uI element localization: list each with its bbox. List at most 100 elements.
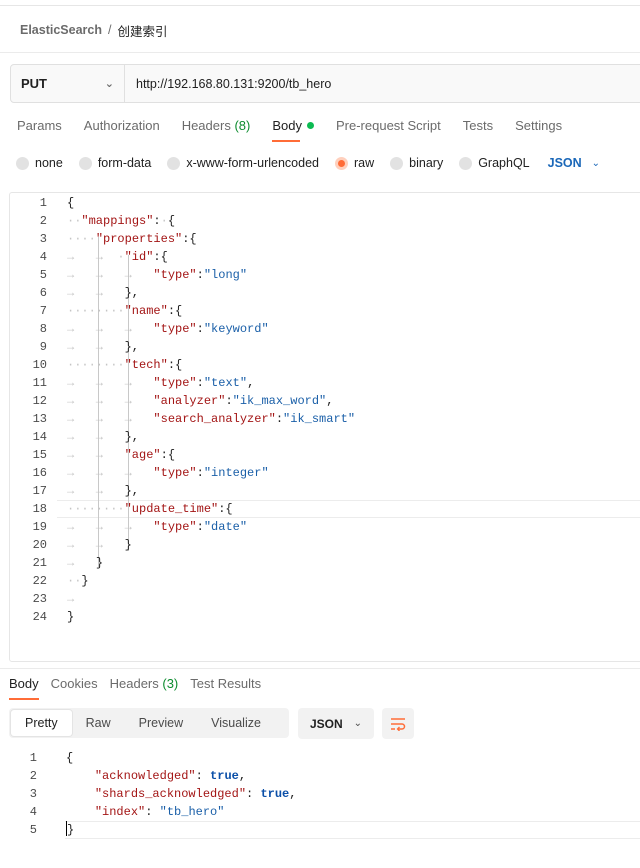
tab-label: Params: [17, 118, 62, 133]
tab-label: Pre-request Script: [335, 118, 441, 133]
line-number: 14: [32, 430, 47, 444]
tab-body[interactable]: Body: [272, 118, 314, 142]
line-number: 1: [29, 751, 37, 765]
tab-settings[interactable]: Settings: [515, 118, 562, 136]
line-number: 20: [32, 538, 47, 552]
json-value: true: [260, 787, 290, 801]
tab-pre-request-script[interactable]: Pre-request Script: [336, 118, 441, 136]
radio-graphql[interactable]: GraphQL: [459, 156, 530, 170]
code-line: → → → "type":"long": [67, 268, 248, 282]
tab-response-body[interactable]: Body: [9, 676, 39, 700]
response-tabs: Body Cookies Headers (3) Test Results: [9, 676, 273, 700]
code-line: "acknowledged": true,: [94, 769, 247, 783]
view-pretty-button[interactable]: Pretty: [11, 710, 72, 736]
response-format-select[interactable]: JSON ⌄: [298, 708, 374, 739]
language-select[interactable]: JSON ⌄: [548, 156, 600, 170]
method-label: PUT: [21, 76, 47, 91]
code-line: ········"tech":{: [67, 358, 183, 372]
code-line: → → },: [67, 484, 140, 498]
line-number: 13: [32, 412, 47, 426]
code-line: → → },: [67, 340, 140, 354]
divider: [0, 668, 640, 669]
radio-circle-icon: [390, 156, 404, 170]
line-number: 7: [39, 304, 47, 318]
radio-raw[interactable]: raw: [335, 156, 374, 170]
radio-none[interactable]: none: [16, 156, 63, 170]
line-number: 3: [29, 787, 37, 801]
radio-label: GraphQL: [478, 156, 530, 170]
breadcrumb: ElasticSearch / 创建索引: [20, 21, 168, 40]
code-line: → → → "type":"keyword": [67, 322, 269, 336]
status-dot-icon: [306, 122, 314, 129]
code-line: → → }: [67, 538, 132, 552]
tab-test-results[interactable]: Test Results: [190, 676, 261, 694]
tab-cookies[interactable]: Cookies: [51, 676, 98, 694]
code-line: "index": "tb_hero": [94, 805, 225, 819]
line-number: 9: [39, 340, 47, 354]
url-input[interactable]: http://192.168.80.131:9200/tb_hero: [125, 65, 640, 102]
code-line: ··}: [67, 574, 89, 588]
tab-label: Authorization: [83, 118, 160, 133]
radio-label: raw: [354, 156, 375, 170]
code-line: → → },: [67, 430, 140, 444]
line-number: 17: [32, 484, 47, 498]
json-key: "shards_acknowledged": [94, 787, 247, 801]
code-line: → → "age":{: [67, 448, 176, 462]
code-line: ··"mappings":·{: [67, 214, 176, 228]
radio-label: binary: [409, 156, 444, 170]
code-line: "shards_acknowledged": true,: [94, 787, 297, 801]
response-body-viewer[interactable]: 1 { 2 "acknowledged": true, 3 "shards_ack…: [0, 748, 640, 848]
body-type-options: none form-data x-www-form-urlencoded raw…: [16, 154, 600, 172]
code-line: → → },: [67, 286, 140, 300]
tab-authorization[interactable]: Authorization: [84, 118, 160, 136]
breadcrumb-separator: /: [108, 23, 112, 37]
breadcrumb-request-name[interactable]: 创建索引: [117, 21, 167, 40]
line-number: 2: [29, 769, 37, 783]
wrap-lines-icon: [391, 717, 406, 731]
line-number: 24: [32, 610, 47, 624]
tab-label: Cookies: [50, 676, 98, 691]
code-line: ········"name":{: [67, 304, 183, 318]
radio-binary[interactable]: binary: [390, 156, 443, 170]
code-line: → → → "search_analyzer":"ik_smart": [67, 412, 356, 426]
line-number: 8: [39, 322, 47, 336]
view-visualize-button[interactable]: Visualize: [197, 710, 275, 736]
line-number: 12: [32, 394, 47, 408]
line-number: 4: [39, 250, 47, 264]
wrap-lines-button[interactable]: [382, 708, 414, 739]
method-select[interactable]: PUT ⌄: [11, 65, 125, 102]
line-number: 4: [29, 805, 37, 819]
tab-label: Body: [9, 676, 39, 691]
text-cursor: [66, 821, 67, 836]
breadcrumb-collection[interactable]: ElasticSearch: [20, 23, 102, 37]
line-number: 5: [39, 268, 47, 282]
json-value: true: [210, 769, 239, 783]
code-line: →: [67, 592, 75, 606]
code-line: {: [66, 751, 74, 765]
tab-headers[interactable]: Headers (8): [182, 118, 251, 136]
tab-params[interactable]: Params: [17, 118, 62, 136]
url-bar: PUT ⌄ http://192.168.80.131:9200/tb_hero: [10, 64, 640, 103]
header-count-badge: (8): [234, 118, 251, 133]
line-number: 22: [32, 574, 47, 588]
response-view-switcher: Pretty Raw Preview Visualize: [9, 708, 289, 738]
radio-x-www-form-urlencoded[interactable]: x-www-form-urlencoded: [167, 156, 319, 170]
tab-label: Headers: [181, 118, 231, 133]
format-label: JSON: [310, 716, 343, 731]
request-body-editor[interactable]: 1{ 2 ··"mappings":·{ 3 ····"properties":{ …: [9, 192, 640, 662]
tab-tests[interactable]: Tests: [463, 118, 493, 136]
view-preview-button[interactable]: Preview: [125, 710, 197, 736]
top-strip: [0, 0, 640, 6]
line-number: 6: [39, 286, 47, 300]
radio-circle-icon: [78, 156, 92, 170]
code-line: → → ·"id":{: [67, 250, 168, 264]
radio-form-data[interactable]: form-data: [78, 156, 152, 170]
view-raw-button[interactable]: Raw: [72, 710, 125, 736]
radio-label: form-data: [97, 156, 152, 170]
radio-selected-icon: [335, 156, 348, 170]
radio-circle-icon: [167, 156, 181, 170]
tab-label: Body: [272, 118, 302, 133]
tab-response-headers[interactable]: Headers (3): [110, 676, 179, 694]
json-key: "acknowledged": [94, 769, 196, 783]
line-number: 5: [29, 823, 37, 837]
